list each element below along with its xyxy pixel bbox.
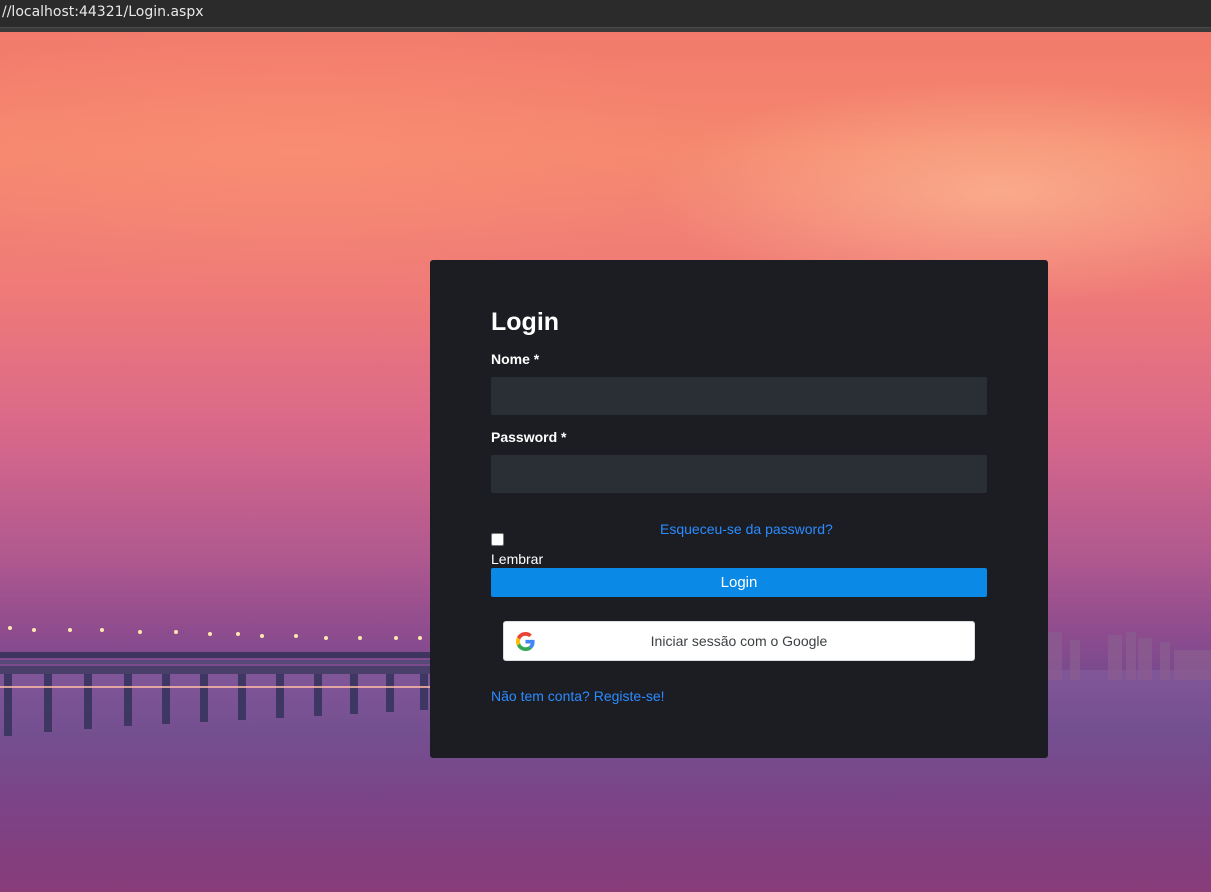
google-signin-button[interactable]: Iniciar sessão com o Google xyxy=(503,621,975,661)
login-button[interactable]: Login xyxy=(491,568,987,597)
password-input[interactable] xyxy=(491,455,987,493)
password-label: Password * xyxy=(491,429,567,445)
name-label: Nome * xyxy=(491,351,540,367)
address-bar[interactable]: //localhost:44321/Login.aspx xyxy=(0,0,1211,28)
forgot-password-link[interactable]: Esqueceu-se da password? xyxy=(660,521,833,537)
city-skyline xyxy=(1048,632,1211,680)
bridge-illustration xyxy=(0,626,440,736)
remember-checkbox[interactable] xyxy=(491,533,504,546)
address-url[interactable]: //localhost:44321/Login.aspx xyxy=(2,4,204,20)
google-signin-label: Iniciar sessão com o Google xyxy=(650,633,828,649)
login-button-label: Login xyxy=(720,574,758,591)
name-input[interactable] xyxy=(491,377,987,415)
login-title: Login xyxy=(491,308,560,336)
login-card: Login Nome * Password * Esqueceu-se da p… xyxy=(430,260,1048,758)
google-icon xyxy=(516,632,535,651)
remember-label: Lembrar xyxy=(491,551,544,567)
register-link[interactable]: Não tem conta? Registe-se! xyxy=(491,688,665,704)
